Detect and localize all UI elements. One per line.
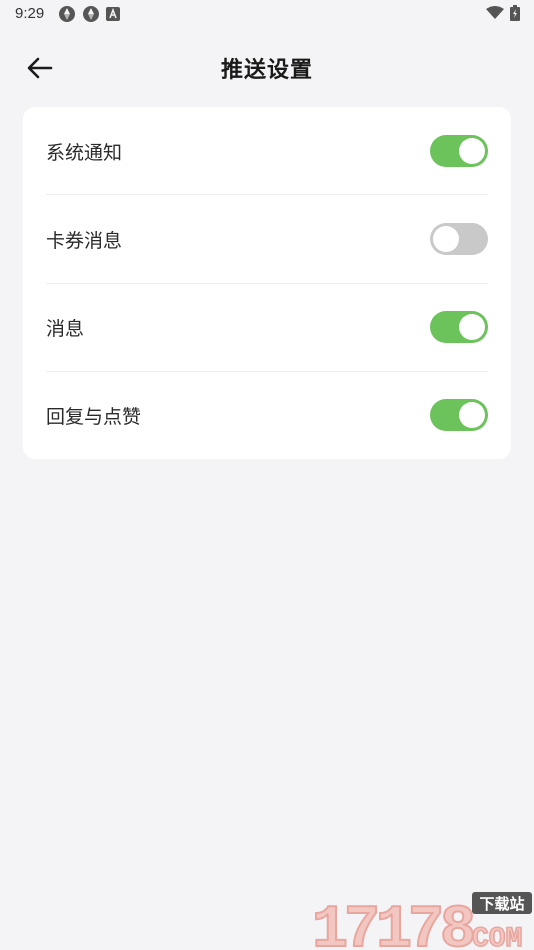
setting-label: 系统通知 — [46, 142, 123, 164]
setting-row-system-notification: 系统通知 — [46, 107, 488, 195]
sync-icon — [59, 6, 75, 22]
setting-row-reply-and-like: 回复与点赞 — [46, 371, 488, 459]
app-a-icon — [106, 7, 120, 21]
header: 推送设置 — [0, 40, 534, 96]
status-time: 9:29 — [15, 5, 45, 22]
status-icons-left — [58, 5, 120, 23]
system-notification-toggle[interactable] — [430, 135, 488, 167]
setting-label: 卡券消息 — [46, 230, 123, 252]
setting-label: 消息 — [46, 318, 85, 340]
watermark-number: 17178 — [312, 897, 473, 950]
sync-icon — [83, 6, 99, 22]
toggle-knob — [459, 138, 485, 164]
watermark-suffix: COM — [472, 924, 522, 950]
status-bar: 9:29 — [0, 0, 534, 28]
message-toggle[interactable] — [430, 311, 488, 343]
page-title: 推送设置 — [220, 58, 313, 83]
status-icons-right — [486, 5, 520, 21]
battery-icon — [510, 5, 520, 21]
watermark-badge: 下载站 — [479, 895, 524, 913]
setting-row-coupon-message: 卡券消息 — [46, 195, 488, 283]
wifi-icon — [486, 6, 504, 19]
toggle-knob — [459, 314, 485, 340]
reply-and-like-toggle[interactable] — [430, 399, 488, 431]
setting-label: 回复与点赞 — [46, 406, 142, 428]
coupon-message-toggle[interactable] — [430, 223, 488, 255]
toggle-knob — [459, 402, 485, 428]
toggle-knob — [433, 226, 459, 252]
watermark-logo: 17178 下载站 COM — [312, 892, 532, 950]
setting-row-message: 消息 — [46, 283, 488, 371]
settings-card: 系统通知 卡券消息 消息 回复与点赞 — [23, 107, 511, 459]
